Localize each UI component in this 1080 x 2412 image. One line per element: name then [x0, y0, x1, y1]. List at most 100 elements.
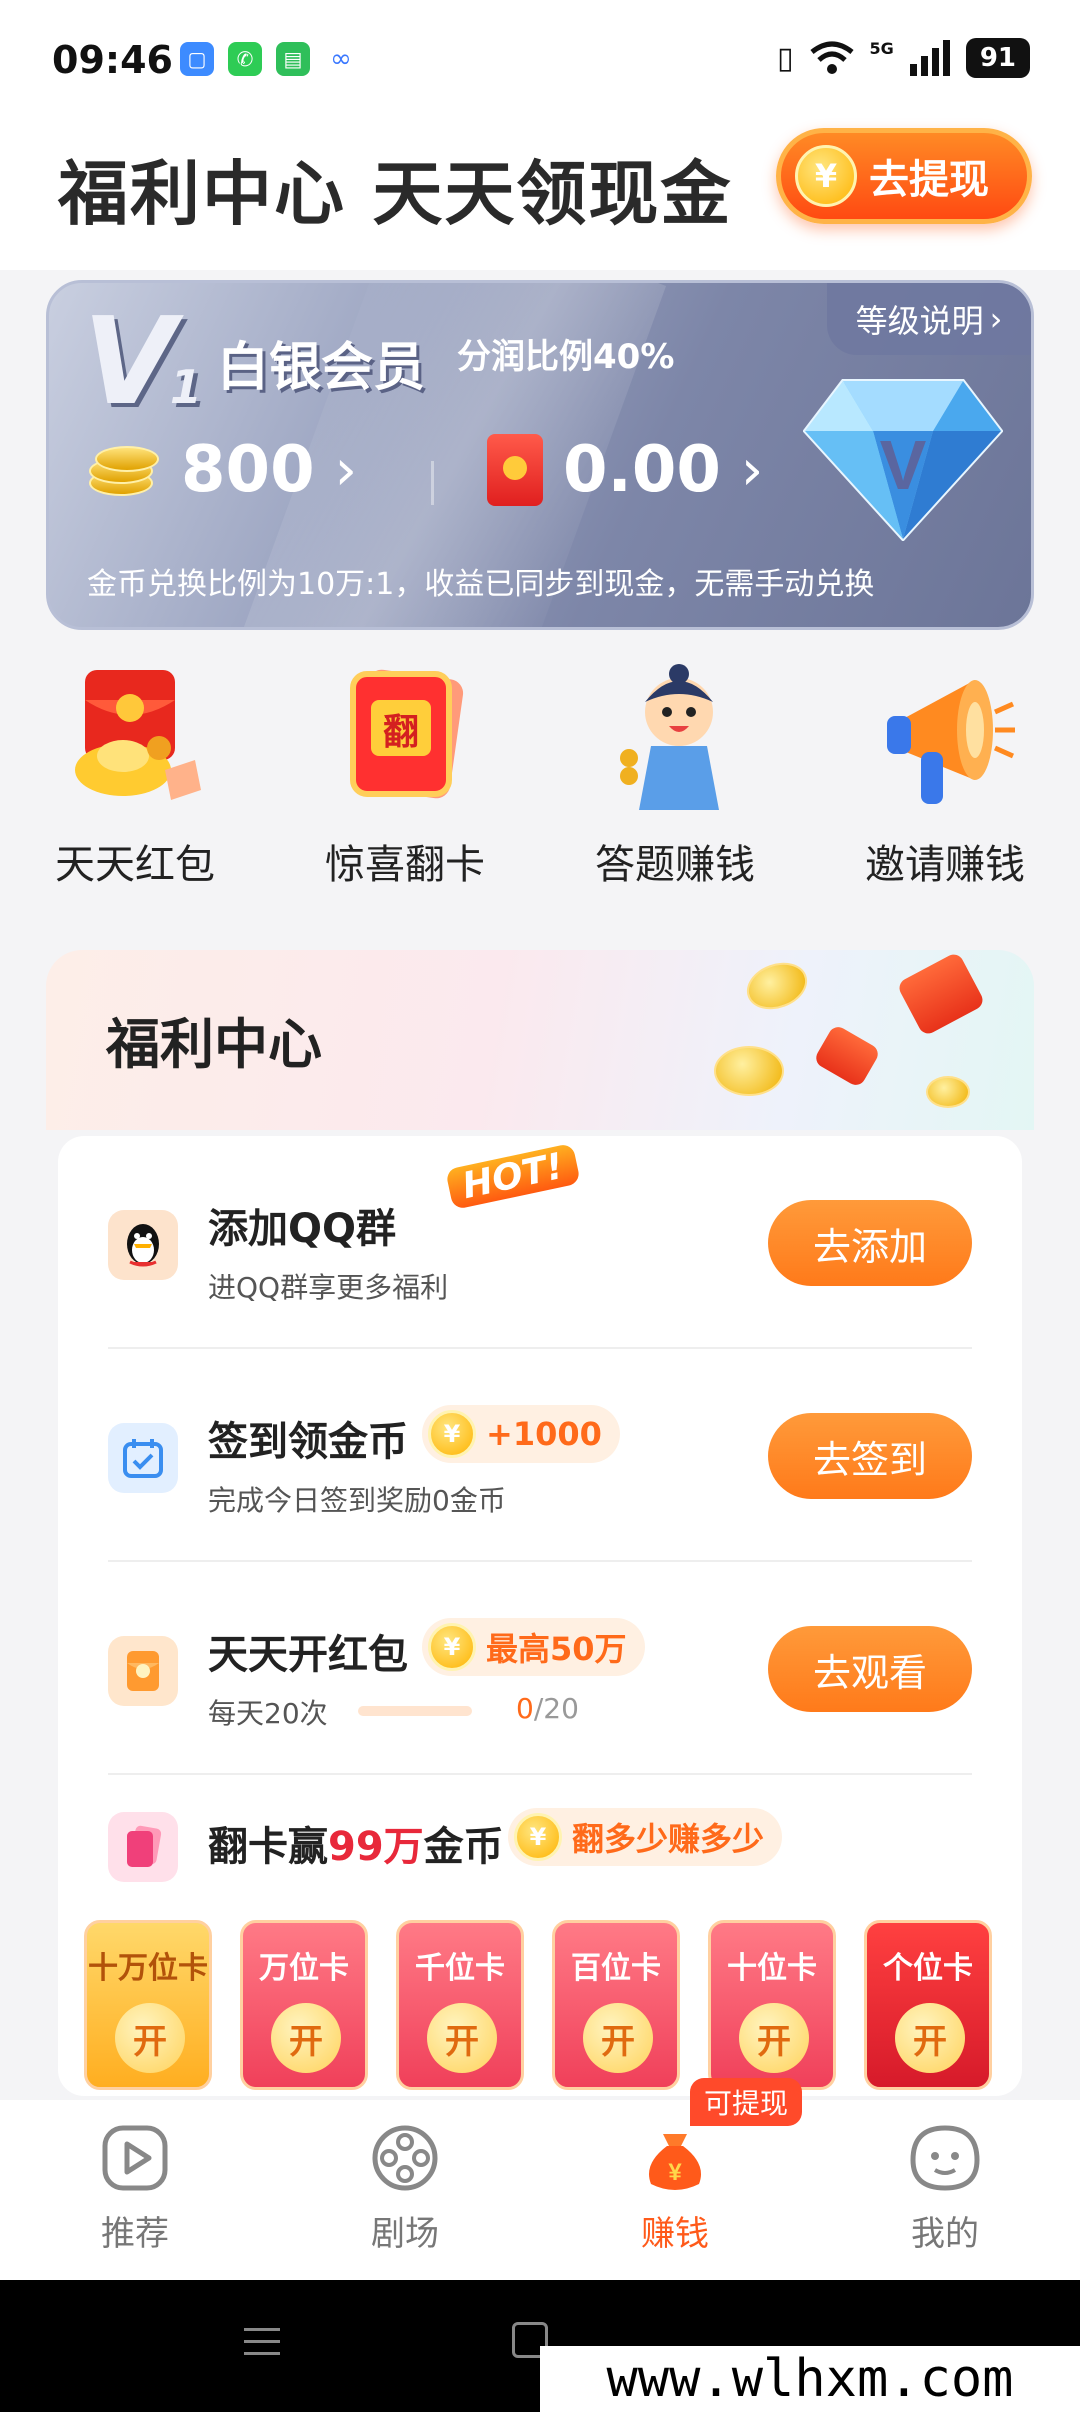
status-app-icons: ▢ ✆ ▤ ∞ [180, 42, 358, 76]
coin-stack-icon [85, 440, 161, 500]
task-subtitle: 完成今日签到奖励0金币 [208, 1484, 506, 1517]
nav-label: 推荐 [101, 2214, 169, 2254]
shortcut-label: 惊喜翻卡 [325, 842, 485, 888]
red-envelope-icon [55, 660, 215, 820]
coin-icon [740, 954, 814, 1018]
status-bar: 09:46 ▢ ✆ ▤ ∞ ▯ 5G 91 [0, 0, 1080, 120]
shortcut-daily-red-envelope[interactable]: 天天红包 [0, 660, 270, 920]
coin-icon [926, 1076, 970, 1108]
withdrawable-badge: 可提现 [690, 2078, 803, 2126]
flip-badge: ¥ 翻多少赚多少 [508, 1808, 783, 1866]
nav-item-earn[interactable]: 可提现 ¥ 赚钱 [540, 2078, 810, 2280]
shortcut-grid: 天天红包 翻 惊喜翻卡 答题赚钱 邀请赚钱 [0, 660, 1080, 920]
chevron-right-icon: › [989, 300, 1003, 338]
flip-card-label: 百位卡 [571, 1951, 661, 1986]
task-subtitle: 每天20次 [208, 1697, 328, 1730]
shortcut-quiz[interactable]: 答题赚钱 [540, 660, 810, 920]
shortcut-label: 天天红包 [55, 842, 215, 888]
reward-badge: ¥ +1000 [422, 1405, 620, 1463]
cash-balance[interactable]: 0.00 › [487, 433, 763, 507]
watermark: www.wlhxm.com [540, 2346, 1080, 2412]
menu-icon[interactable] [244, 2328, 280, 2364]
play-icon [102, 2125, 168, 2191]
progress-text: 0/20 [516, 1692, 579, 1725]
reward-badge-text: +1000 [486, 1415, 602, 1453]
flip-card[interactable]: 十位卡 开 [708, 1920, 836, 2090]
vip-card: V1 白银会员 分润比例40% 等级说明 › 800 › 0.00 › V 金币… [46, 280, 1034, 630]
chevron-right-icon: › [740, 437, 764, 503]
coin-icon: ¥ [795, 145, 857, 207]
calendar-icon [108, 1423, 178, 1493]
open-button: 开 [895, 2003, 965, 2073]
watch-button[interactable]: 去观看 [768, 1626, 972, 1712]
nav-item-recommend[interactable]: 推荐 [0, 2100, 270, 2280]
flip-card[interactable]: 十万位卡 开 [84, 1920, 212, 2090]
cards-icon [108, 1812, 178, 1882]
flip-card-icon: 翻 [325, 660, 485, 820]
nav-label: 我的 [911, 2214, 979, 2254]
add-group-button[interactable]: 去添加 [768, 1200, 972, 1286]
open-button: 开 [115, 2003, 185, 2073]
vip-level: 白银会员 [217, 338, 426, 398]
task-title: 添加QQ群 [208, 1206, 397, 1252]
battery-level: 91 [965, 38, 1030, 78]
flip-card[interactable]: 万位卡 开 [240, 1920, 368, 2090]
reward-badge: ¥ 最高50万 [422, 1618, 645, 1676]
svg-text:翻: 翻 [383, 712, 419, 753]
message-icon: ▤ [276, 42, 310, 76]
open-button: 开 [583, 2003, 653, 2073]
shortcut-label: 邀请赚钱 [865, 842, 1025, 888]
open-button: 开 [271, 2003, 341, 2073]
vip-note: 金币兑换比例为10万:1，收益已同步到现金，无需手动兑换 [87, 567, 875, 602]
task-row-qq-group: 添加QQ群 HOT! 进QQ群享更多福利 去添加 [108, 1136, 972, 1349]
coin-balance-value: 800 [181, 433, 315, 507]
vip-badge-icon: V1 [83, 293, 202, 432]
red-envelope-icon [896, 951, 986, 1037]
status-time: 09:46 [52, 38, 173, 82]
task-row-open-red-packet: 天天开红包 ¥ 最高50万 每天20次 0/20 去观看 [108, 1562, 972, 1775]
withdraw-button[interactable]: ¥ 去提现 [776, 128, 1032, 224]
nav-label: 赚钱 [641, 2214, 709, 2254]
withdraw-label: 去提现 [869, 157, 989, 203]
coin-balance[interactable]: 800 › [85, 433, 357, 507]
shortcut-flip-card[interactable]: 翻 惊喜翻卡 [270, 660, 540, 920]
reward-badge-text: 最高50万 [486, 1630, 627, 1668]
flip-card[interactable]: 个位卡 开 [864, 1920, 992, 2090]
flip-card-label: 万位卡 [259, 1951, 349, 1986]
flip-title: 翻卡赢99万金币 [208, 1824, 504, 1870]
film-reel-icon [372, 2125, 438, 2191]
level-description-label: 等级说明 [855, 302, 984, 340]
coin-icon: ¥ [514, 1813, 562, 1861]
task-subtitle: 进QQ群享更多福利 [208, 1271, 449, 1304]
welfare-header: 福利中心 [46, 950, 1034, 1130]
app-notification-icon: ▢ [180, 42, 214, 76]
network-type: 5G [869, 38, 894, 58]
level-description-button[interactable]: 等级说明 › [827, 283, 1031, 355]
profile-face-icon [910, 2125, 980, 2191]
nav-item-mine[interactable]: 我的 [810, 2100, 1080, 2280]
check-in-button[interactable]: 去签到 [768, 1413, 972, 1499]
flip-card-label: 十位卡 [727, 1951, 817, 1986]
bottom-nav: 推荐 剧场 可提现 ¥ 赚钱 我的 [0, 2078, 1080, 2280]
megaphone-icon [865, 660, 1025, 820]
diamond-icon: V [803, 379, 1003, 541]
flip-card[interactable]: 百位卡 开 [552, 1920, 680, 2090]
shortcut-label: 答题赚钱 [595, 842, 755, 888]
cash-balance-value: 0.00 [563, 433, 721, 507]
flip-card-label: 十万位卡 [88, 1951, 208, 1986]
wifi-icon [809, 41, 854, 74]
phone-icon: ✆ [228, 42, 262, 76]
progress-bar [358, 1706, 472, 1716]
nav-item-theater[interactable]: 剧场 [270, 2100, 540, 2280]
flip-badge-text: 翻多少赚多少 [572, 1820, 765, 1858]
divider [431, 461, 434, 505]
svg-text:V: V [880, 426, 927, 504]
open-button: 开 [739, 2003, 809, 2073]
shortcut-invite[interactable]: 邀请赚钱 [810, 660, 1080, 920]
money-bag-icon: ¥ [649, 2134, 701, 2190]
link-icon: ∞ [324, 42, 358, 76]
flip-card[interactable]: 千位卡 开 [396, 1920, 524, 2090]
page-header: 福利中心 天天领现金 ¥ 去提现 [0, 120, 1080, 270]
status-right: ▯ 5G 91 [777, 38, 1030, 78]
task-title: 签到领金币 [208, 1419, 408, 1465]
